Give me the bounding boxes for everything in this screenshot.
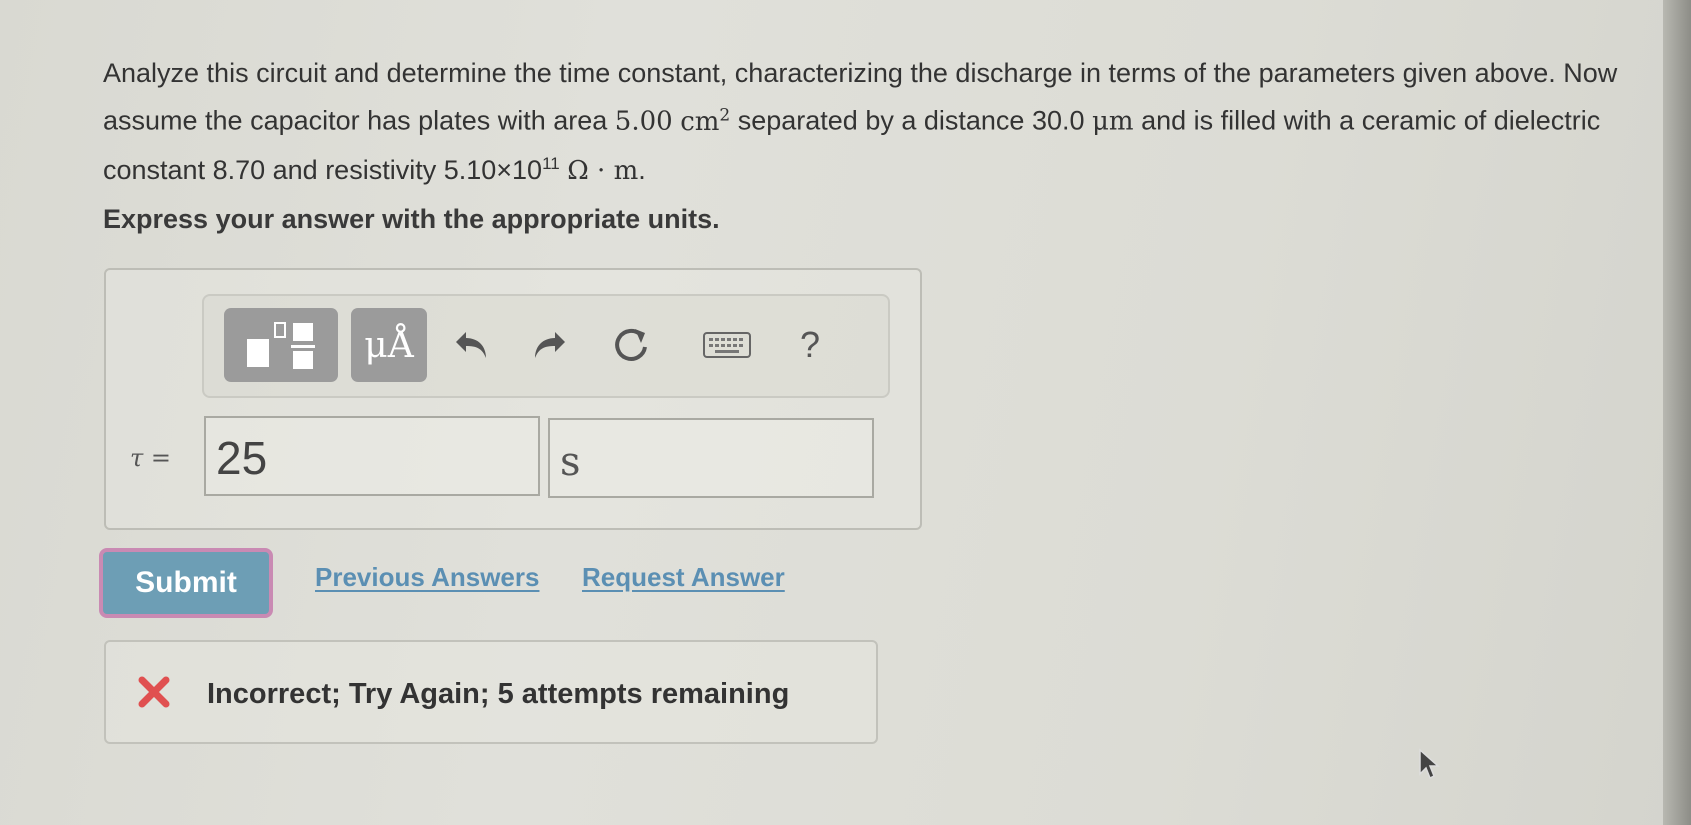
- submit-button[interactable]: Submit: [99, 548, 273, 618]
- incorrect-x-icon: [138, 676, 170, 708]
- answer-panel: μÅ ? τ = 25 s: [104, 268, 922, 530]
- mouse-cursor-icon: [1419, 748, 1440, 780]
- question-part-4: and resistivity: [265, 154, 444, 185]
- redo-icon: [535, 332, 565, 358]
- question-part-2: separated by a distance: [730, 105, 1032, 136]
- undo-icon: [456, 332, 486, 358]
- area-exponent: 2: [719, 105, 731, 125]
- templates-icon: [247, 322, 315, 369]
- resistivity-unit: Ω · m: [567, 155, 639, 186]
- question-end: .: [638, 154, 646, 185]
- answer-label: τ =: [130, 444, 171, 472]
- resistivity-exponent: 11: [542, 153, 560, 173]
- area-unit-base: cm: [680, 106, 720, 137]
- templates-button[interactable]: [224, 308, 338, 382]
- feedback-message: Incorrect; Try Again; 5 attempts remaini…: [207, 678, 790, 710]
- instruction: Express your answer with the appropriate…: [103, 204, 720, 234]
- question-text: Analyze this circuit and determine the t…: [103, 52, 1633, 192]
- feedback-box: Incorrect; Try Again; 5 attempts remaini…: [104, 640, 878, 744]
- area-value: 5.00: [614, 106, 673, 137]
- reset-icon: [615, 328, 647, 361]
- distance-value: 30.0: [1031, 105, 1085, 136]
- math-toolbar: μÅ ?: [202, 294, 890, 398]
- equals-sign: =: [150, 444, 172, 472]
- keyboard-icon: [703, 332, 751, 358]
- request-answer-link[interactable]: Request Answer: [582, 562, 785, 593]
- units-button[interactable]: μÅ: [351, 308, 427, 382]
- undo-button[interactable]: [442, 308, 502, 382]
- screen-edge: [1663, 0, 1691, 825]
- previous-answers-link[interactable]: Previous Answers: [315, 562, 539, 593]
- answer-unit-input[interactable]: s: [548, 418, 874, 498]
- reset-button[interactable]: [601, 308, 661, 382]
- keyboard-button[interactable]: [692, 308, 762, 382]
- redo-button[interactable]: [519, 308, 579, 382]
- distance-unit: μm: [1092, 106, 1134, 137]
- tau-symbol: τ: [130, 444, 144, 472]
- answer-value-input[interactable]: 25: [204, 416, 540, 496]
- resistivity-mantissa: 5.10×10: [443, 154, 543, 185]
- help-button[interactable]: ?: [780, 308, 840, 382]
- area-unit: cm2: [680, 105, 731, 137]
- dielectric-value: 8.70: [212, 154, 266, 185]
